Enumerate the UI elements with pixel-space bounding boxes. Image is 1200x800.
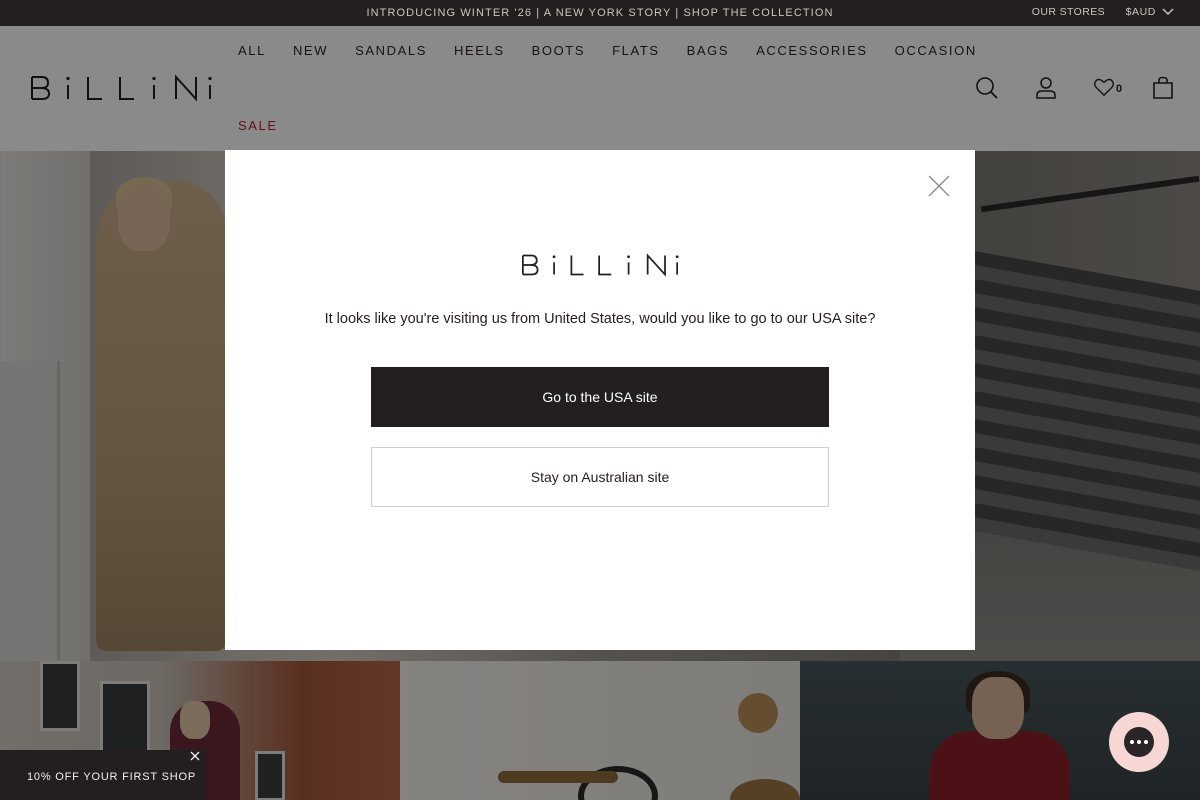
chat-dot bbox=[1144, 740, 1148, 744]
go-to-usa-button[interactable]: Go to the USA site bbox=[371, 367, 829, 427]
chat-dot bbox=[1137, 740, 1141, 744]
modal-logo bbox=[225, 252, 975, 278]
close-icon bbox=[190, 751, 200, 761]
chevron-down-icon bbox=[1162, 8, 1174, 15]
promo-close-button[interactable] bbox=[190, 751, 202, 763]
our-stores-link[interactable]: OUR STORES bbox=[1032, 6, 1105, 18]
region-prompt: It looks like you're visiting us from Un… bbox=[324, 311, 876, 327]
close-button[interactable] bbox=[927, 174, 951, 198]
announcement-bar: INTRODUCING WINTER '26 | A NEW YORK STOR… bbox=[0, 0, 1200, 26]
chat-dot bbox=[1130, 740, 1134, 744]
currency-selector[interactable]: $AUD bbox=[1126, 6, 1174, 18]
promo-label[interactable]: 10% OFF YOUR FIRST SHOP bbox=[27, 771, 196, 783]
chat-bubble-icon bbox=[1124, 727, 1154, 757]
billini-logo bbox=[522, 253, 679, 277]
region-modal: It looks like you're visiting us from Un… bbox=[225, 150, 975, 650]
announcement-message[interactable]: INTRODUCING WINTER '26 | A NEW YORK STOR… bbox=[0, 7, 1200, 19]
chat-launcher[interactable] bbox=[1109, 712, 1169, 772]
promo-tab[interactable]: 10% OFF YOUR FIRST SHOP bbox=[0, 750, 206, 800]
currency-label: $AUD bbox=[1125, 6, 1156, 18]
close-icon bbox=[928, 175, 950, 197]
stay-australia-button[interactable]: Stay on Australian site bbox=[371, 447, 829, 507]
